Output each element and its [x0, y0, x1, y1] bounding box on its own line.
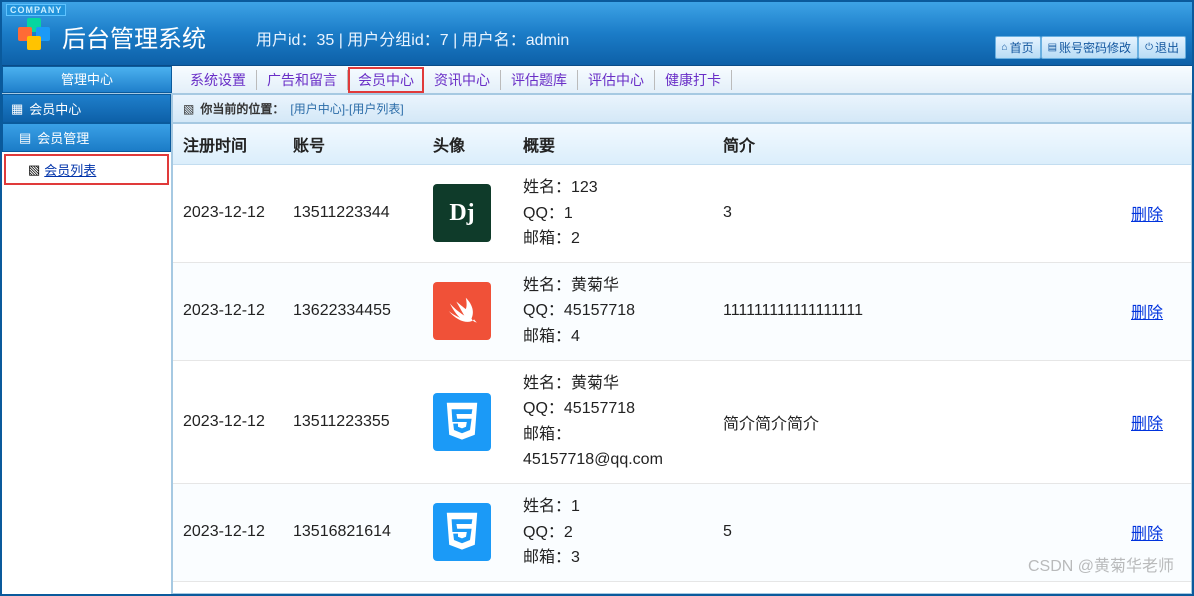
password-button[interactable]: ▤ 账号密码修改	[1041, 36, 1138, 59]
swift-avatar-icon	[433, 282, 491, 340]
delete-link[interactable]: 删除	[1131, 207, 1163, 224]
nav-item-3[interactable]: 资讯中心	[424, 70, 501, 90]
cell-time: 2023-12-12	[173, 262, 283, 360]
grid-icon: ▦	[11, 101, 23, 117]
cell-summary: 姓名：123QQ：1邮箱：2	[513, 165, 713, 263]
nav-item-5[interactable]: 评估中心	[578, 70, 655, 90]
cell-action: 删除	[1121, 483, 1191, 581]
nav-item-6[interactable]: 健康打卡	[655, 70, 732, 90]
sidebar-item-member-list[interactable]: ▧ 会员列表	[4, 154, 169, 185]
breadcrumb-prefix: 你当前的位置：	[200, 100, 284, 117]
sidebar-leaf-label[interactable]: 会员列表	[44, 160, 96, 179]
table-row: 2023-12-1213911223344 姓名：王五QQ：55555邮箱：555…	[173, 581, 1191, 594]
user-info: 用户id：35 | 用户分组id：7 | 用户名：admin	[256, 26, 569, 50]
nav-item-0[interactable]: 系统设置	[180, 70, 257, 90]
cell-action: 删除	[1121, 360, 1191, 483]
member-table: 注册时间账号头像概要简介 2023-12-1213511223344Dj姓名：1…	[173, 124, 1191, 594]
cell-intro: 简介简介简介	[713, 360, 1121, 483]
table-row: 2023-12-1213622334455 姓名：黄菊华QQ：45157718邮箱…	[173, 262, 1191, 360]
nav-item-4[interactable]: 评估题库	[501, 70, 578, 90]
nav-row: 管理中心 系统设置广告和留言会员中心资讯中心评估题库评估中心健康打卡	[2, 66, 1192, 94]
cell-avatar	[423, 581, 513, 594]
cell-account: 13516821614	[283, 483, 423, 581]
sidebar-group[interactable]: ▤ 会员管理	[2, 123, 171, 152]
list-icon: ▤	[1048, 42, 1057, 53]
home-label: 首页	[1010, 39, 1034, 56]
cell-account: 13511223344	[283, 165, 423, 263]
app-title: 后台管理系统	[62, 19, 206, 54]
doc-icon: ▧	[28, 162, 40, 178]
cell-action: 删除	[1121, 581, 1191, 594]
css-avatar-icon	[433, 503, 491, 561]
cell-time: 2023-12-12	[173, 483, 283, 581]
home-icon: ⌂	[1002, 42, 1008, 53]
power-icon: ⏻	[1145, 42, 1153, 53]
cell-avatar	[423, 360, 513, 483]
cell-intro: 5	[713, 483, 1121, 581]
cell-summary: 姓名：王五QQ：55555邮箱：555555@qq.com	[513, 581, 713, 594]
cell-avatar: Dj	[423, 165, 513, 263]
cell-avatar	[423, 483, 513, 581]
delete-link[interactable]: 删除	[1131, 305, 1163, 322]
exit-button[interactable]: ⏻ 退出	[1138, 36, 1186, 59]
company-tag: COMPANY	[6, 4, 66, 16]
nav-item-2[interactable]: 会员中心	[348, 67, 424, 93]
cell-time: 2023-12-12	[173, 165, 283, 263]
cell-intro: 111111111111111111	[713, 262, 1121, 360]
top-actions: ⌂ 首页 ▤ 账号密码修改 ⏻ 退出	[995, 36, 1186, 59]
cell-intro: 3	[713, 165, 1121, 263]
css-avatar-icon	[433, 393, 491, 451]
cell-account: 13511223355	[283, 360, 423, 483]
table-row: 2023-12-1213511223344Dj 姓名：123QQ：1邮箱：23 删除	[173, 165, 1191, 263]
table-row: 2023-12-1213511223355 姓名：黄菊华QQ：45157718邮箱…	[173, 360, 1191, 483]
title-bar: COMPANY 后台管理系统 用户id：35 | 用户分组id：7 | 用户名：…	[2, 2, 1192, 66]
nav-item-1[interactable]: 广告和留言	[257, 70, 348, 90]
sidebar-group-label: 会员管理	[37, 128, 89, 147]
nav-menu: 系统设置广告和留言会员中心资讯中心评估题库评估中心健康打卡	[172, 66, 1192, 93]
col-4: 简介	[713, 124, 1121, 165]
home-button[interactable]: ⌂ 首页	[995, 36, 1041, 59]
cell-account: 13911223344	[283, 581, 423, 594]
cell-avatar	[423, 262, 513, 360]
delete-link[interactable]: 删除	[1131, 416, 1163, 433]
exit-label: 退出	[1155, 39, 1179, 56]
sidebar: ▦ 会员中心 ▤ 会员管理 ▧ 会员列表	[2, 94, 172, 594]
cell-time: 2023-12-12	[173, 581, 283, 594]
sidebar-section-label: 会员中心	[29, 99, 81, 118]
col-5	[1121, 124, 1191, 165]
cell-summary: 姓名：黄菊华QQ：45157718邮箱：45157718@qq.com	[513, 360, 713, 483]
doc-icon: ▧	[183, 102, 194, 116]
cell-action: 删除	[1121, 262, 1191, 360]
cell-time: 2023-12-12	[173, 360, 283, 483]
table-row: 2023-12-1213516821614 姓名：1QQ：2邮箱：35 删除	[173, 483, 1191, 581]
delete-link[interactable]: 删除	[1131, 526, 1163, 543]
nav-left-label: 管理中心	[2, 66, 172, 93]
cell-summary: 姓名：黄菊华QQ：45157718邮箱：4	[513, 262, 713, 360]
logo-icon	[18, 18, 50, 50]
col-3: 概要	[513, 124, 713, 165]
cell-summary: 姓名：1QQ：2邮箱：3	[513, 483, 713, 581]
cell-intro: 我的简介我的简介我的简介我的简介我的简介我的简介我的简介我的简介	[713, 581, 1121, 594]
cell-account: 13622334455	[283, 262, 423, 360]
breadcrumb: ▧ 你当前的位置： [用户中心]-[用户列表]	[172, 94, 1192, 123]
dj-avatar-icon: Dj	[433, 184, 491, 242]
col-0: 注册时间	[173, 124, 283, 165]
sidebar-section[interactable]: ▦ 会员中心	[2, 94, 171, 123]
cell-action: 删除	[1121, 165, 1191, 263]
list-icon: ▤	[19, 130, 31, 146]
col-2: 头像	[423, 124, 513, 165]
breadcrumb-location: [用户中心]-[用户列表]	[290, 100, 403, 117]
col-1: 账号	[283, 124, 423, 165]
password-label: 账号密码修改	[1059, 39, 1131, 56]
